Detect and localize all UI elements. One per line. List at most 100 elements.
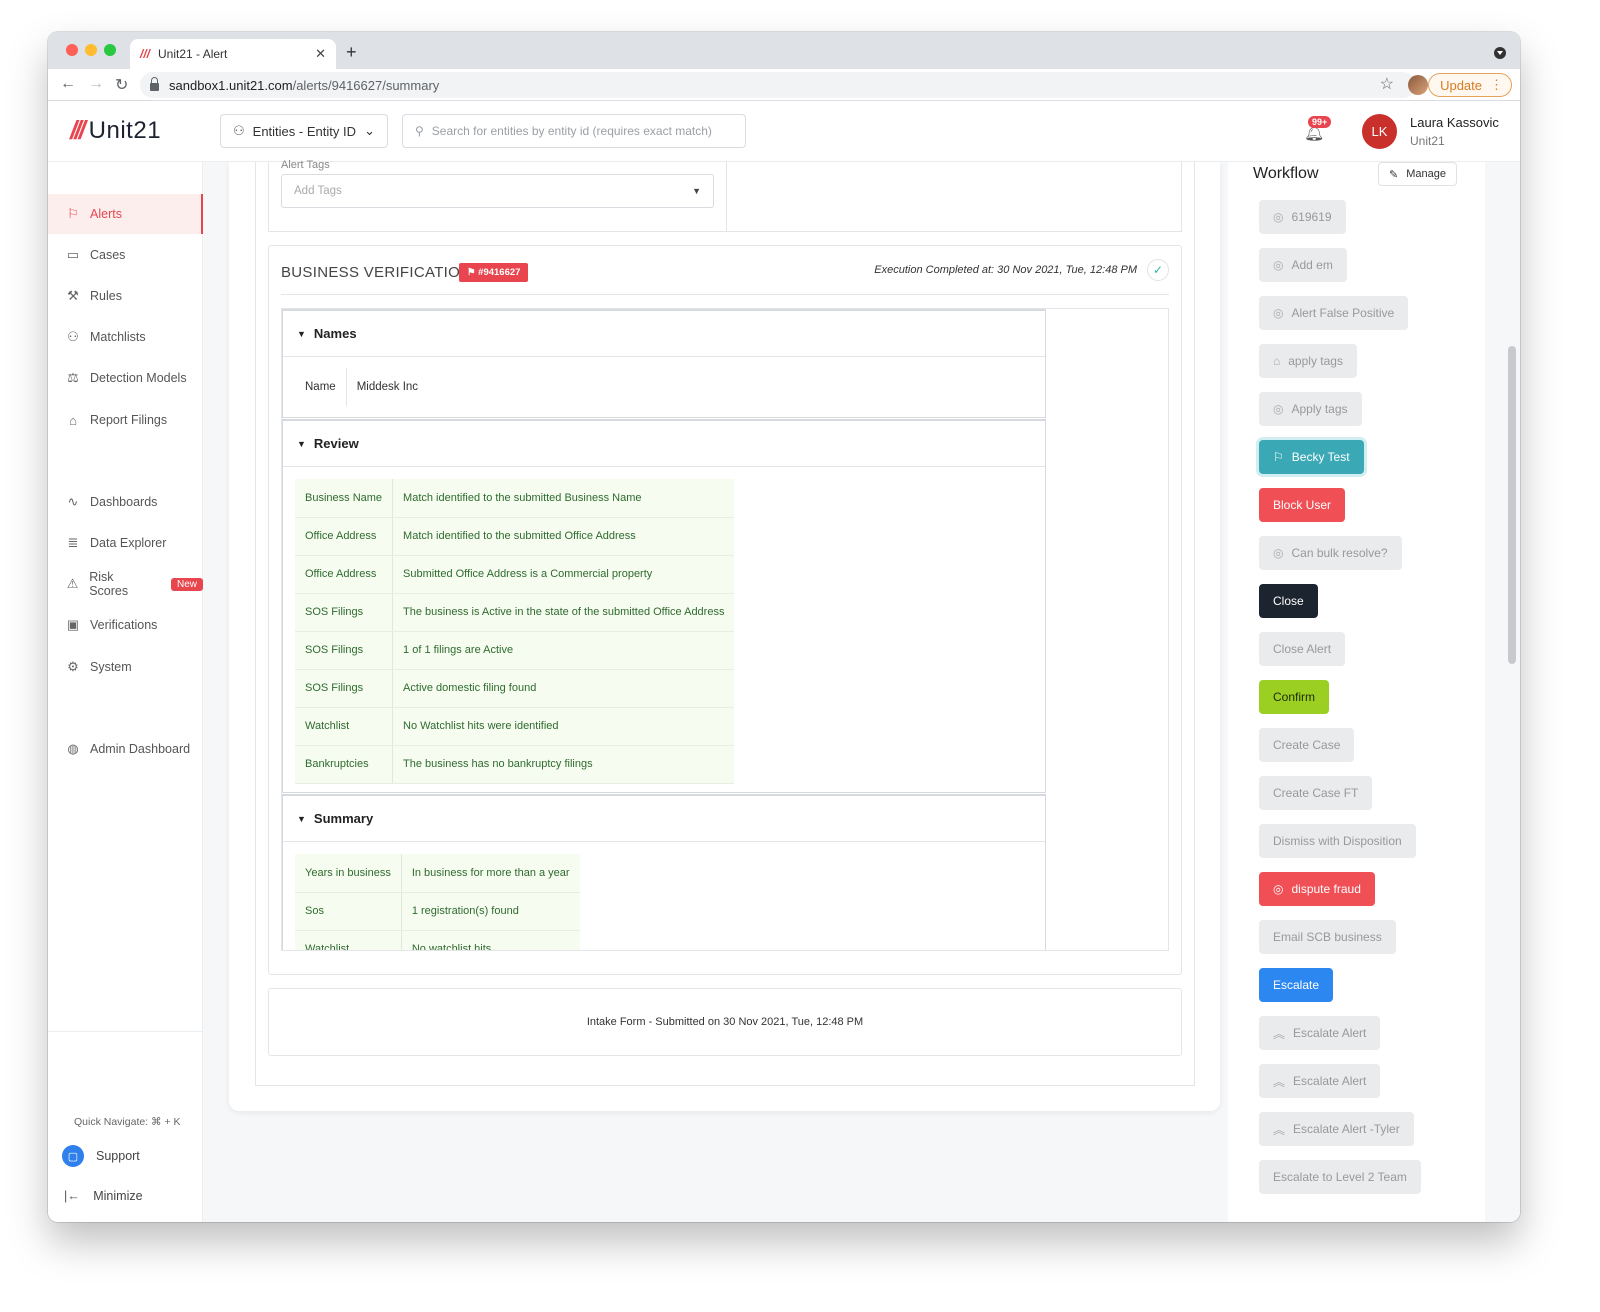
intake-form-panel[interactable]: Intake Form - Submitted on 30 Nov 2021, …: [268, 988, 1182, 1056]
business-verification-panel: BUSINESS VERIFICATION ⚑ #9416627 Executi…: [268, 245, 1182, 975]
sidebar-item-label: Verifications: [90, 618, 158, 632]
page-scrollbar[interactable]: [1508, 346, 1516, 664]
table-row: Business Name Match identified to the sub…: [295, 479, 735, 518]
sidebar-item-admin-dashboard[interactable]: ◍ Admin Dashboard: [48, 729, 203, 769]
row-value: No watchlist hits: [401, 930, 580, 950]
sidebar-item-cases[interactable]: ▭ Cases: [48, 235, 203, 275]
workflow-button[interactable]: ◎ 619619: [1259, 200, 1346, 234]
sidebar-item-system[interactable]: ⚙ System: [48, 647, 203, 687]
workflow-button[interactable]: ⚐ Becky Test: [1259, 440, 1364, 474]
workflow-button-label: Escalate Alert: [1293, 1026, 1367, 1040]
user-name[interactable]: Laura Kassovic: [1410, 115, 1499, 130]
workflow-button[interactable]: ︽ Escalate Alert: [1259, 1016, 1381, 1050]
user-avatar[interactable]: LK: [1362, 114, 1397, 149]
tag-icon: ⌂: [1273, 354, 1281, 368]
workflow-button[interactable]: Escalate to Level 2 Team: [1259, 1160, 1421, 1194]
back-icon[interactable]: ←: [60, 75, 76, 93]
support-button[interactable]: ▢ Support: [62, 1145, 140, 1167]
address-bar[interactable]: sandbox1.unit21.com/alerts/9416627/summa…: [140, 72, 1416, 98]
check-circle-icon: ◎: [1273, 306, 1284, 320]
briefcase-icon: ▭: [66, 247, 80, 262]
sidebar-item-rules[interactable]: ⚒ Rules: [48, 276, 203, 316]
window-zoom-dot[interactable]: [104, 44, 116, 56]
sidebar-item-label: Admin Dashboard: [90, 742, 191, 756]
support-label: Support: [96, 1149, 140, 1163]
workflow-button[interactable]: Create Case: [1259, 728, 1355, 762]
tab-close-icon[interactable]: ✕: [315, 46, 326, 62]
sidebar-item-report-filings[interactable]: ⌂ Report Filings: [48, 400, 203, 440]
sidebar-item-verifications[interactable]: ▣ Verifications: [48, 605, 203, 645]
workflow-button[interactable]: Create Case FT: [1259, 776, 1373, 810]
sidebar-item-data-explorer[interactable]: ≣ Data Explorer: [48, 523, 203, 563]
browser-profile-avatar[interactable]: [1408, 75, 1428, 95]
sidebar-item-alerts[interactable]: ⚐ Alerts: [48, 194, 203, 234]
browser-tab[interactable]: /// Unit21 - Alert ✕: [130, 39, 336, 69]
window-minimize-dot[interactable]: [85, 44, 97, 56]
manage-label: Manage: [1406, 168, 1446, 180]
workflow-button[interactable]: Dismiss with Disposition: [1259, 824, 1416, 858]
search-icon: ⚲: [415, 124, 424, 138]
sidebar-item-label: System: [90, 660, 132, 674]
section-title: Summary: [313, 811, 374, 826]
chevron-down-icon: ⌄: [364, 123, 375, 138]
verification-results-scroll[interactable]: ▼ Names Name Middesk Inc ▼ Review Busine…: [281, 308, 1169, 951]
data-search-icon: ≣: [67, 535, 79, 550]
sidebar-item-detection-models[interactable]: ⚖ Detection Models: [48, 358, 203, 398]
summary-section-header[interactable]: ▼ Summary: [283, 796, 1045, 842]
chart-icon: ∿: [67, 494, 79, 509]
sidebar-item-matchlists[interactable]: ⚇ Matchlists: [48, 317, 203, 357]
workflow-button[interactable]: ︽ Escalate Alert: [1259, 1064, 1381, 1098]
workflow-button[interactable]: ◎ Alert False Positive: [1259, 296, 1409, 330]
user-list-icon: ⚇: [67, 329, 79, 344]
names-section-header[interactable]: ▼ Names: [283, 311, 1045, 357]
logo-text: Unit21: [88, 116, 162, 144]
workflow-button[interactable]: Email SCB business: [1259, 920, 1396, 954]
sidebar-item-label: Rules: [90, 289, 122, 303]
alert-id-badge[interactable]: ⚑ #9416627: [459, 263, 529, 282]
globe-icon: ◍: [67, 741, 79, 756]
workflow-button[interactable]: Close Alert: [1259, 632, 1346, 666]
unit21-logo[interactable]: /// Unit21: [70, 115, 161, 146]
workflow-button[interactable]: ◎ dispute fraud: [1259, 872, 1375, 906]
kebab-menu-icon: ⋮: [1490, 77, 1503, 92]
entity-type-select[interactable]: ⚇ Entities - Entity ID ⌄: [220, 114, 388, 148]
alert-tags-select[interactable]: Add Tags ▼: [281, 174, 714, 208]
workflow-button[interactable]: ◎ Apply tags: [1259, 392, 1362, 426]
reload-icon[interactable]: ↻: [115, 75, 128, 95]
sidebar-item-risk-scores[interactable]: ⚠ Risk Scores New: [48, 564, 203, 604]
manage-workflows-button[interactable]: ✎ Manage: [1378, 162, 1457, 186]
row-key: Office Address: [295, 555, 394, 594]
new-tab-button[interactable]: +: [346, 42, 357, 63]
entity-search-input[interactable]: [431, 124, 733, 138]
update-label: Update: [1440, 77, 1482, 93]
table-row: Sos 1 registration(s) found: [295, 892, 580, 931]
workflow-button[interactable]: Escalate: [1259, 968, 1334, 1002]
workflow-button-label: apply tags: [1288, 354, 1343, 368]
collapse-left-icon: |←: [64, 1189, 80, 1203]
lock-icon: [150, 77, 159, 91]
browser-update-button[interactable]: Update ⋮: [1428, 73, 1512, 97]
review-section-header[interactable]: ▼ Review: [283, 421, 1045, 467]
sidebar-item-dashboards[interactable]: ∿ Dashboards: [48, 482, 203, 522]
workflow-button[interactable]: ⌂ apply tags: [1259, 344, 1357, 378]
row-value: Active domestic filing found: [392, 669, 735, 708]
row-value: In business for more than a year: [401, 854, 580, 893]
workflow-button[interactable]: Close: [1259, 584, 1318, 618]
new-badge: New: [170, 577, 203, 591]
caret-down-icon: ▼: [297, 813, 306, 824]
workflow-button[interactable]: ︽ Escalate Alert -Tyler: [1259, 1112, 1414, 1146]
bookmark-star-icon[interactable]: ☆: [1380, 74, 1394, 94]
table-row: Office Address Submitted Office Address i…: [295, 555, 735, 594]
user-icon: ⚇: [233, 123, 245, 138]
entity-search[interactable]: ⚲: [402, 114, 746, 148]
workflow-button[interactable]: ◎ Add em: [1259, 248, 1347, 282]
window-close-dot[interactable]: [66, 44, 78, 56]
table-row: SOS Filings 1 of 1 filings are Active: [295, 631, 735, 670]
workflow-button[interactable]: ◎ Can bulk resolve?: [1259, 536, 1402, 570]
minimize-sidebar-button[interactable]: |← Minimize: [64, 1189, 143, 1203]
workflow-button[interactable]: Confirm: [1259, 680, 1330, 714]
browser-menu-icon[interactable]: [1494, 47, 1506, 59]
forward-icon[interactable]: →: [88, 75, 104, 93]
row-value: Submitted Office Address is a Commercial…: [392, 555, 735, 594]
workflow-button[interactable]: Block User: [1259, 488, 1346, 522]
